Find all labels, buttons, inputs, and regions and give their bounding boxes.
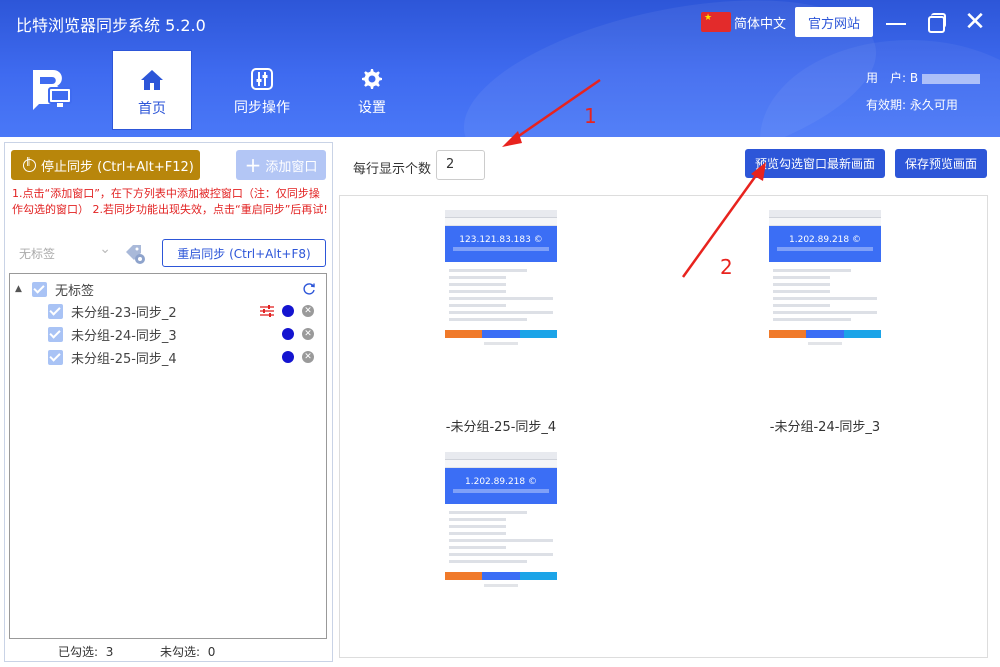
remove-icon[interactable]: ✕ xyxy=(302,305,314,317)
remove-icon[interactable]: ✕ xyxy=(302,328,314,340)
stop-sync-button[interactable]: 停止同步 (Ctrl+Alt+F12) xyxy=(11,150,200,180)
official-site-button[interactable]: 官方网站 xyxy=(795,7,873,37)
preview-thumbnail[interactable]: 123.121.83.183 © xyxy=(445,210,557,349)
add-window-label: 添加窗口 xyxy=(265,159,318,175)
save-preview-button[interactable]: 保存预览画面 xyxy=(895,149,987,178)
nav-settings[interactable]: 设置 xyxy=(332,50,412,130)
tree-item[interactable]: 未分组-25-同步_4 xyxy=(48,347,177,367)
tree-item-label: 未分组-23-同步_2 xyxy=(71,305,177,321)
nav-sync-operations[interactable]: 同步操作 xyxy=(222,50,302,130)
left-panel: 停止同步 (Ctrl+Alt+F12) + 添加窗口 1.点击“添加窗口”，在下… xyxy=(4,142,333,662)
gear-icon xyxy=(362,69,382,89)
annotation-label-2: 2 xyxy=(720,255,733,279)
per-row-label: 每行显示个数 xyxy=(353,162,432,177)
user-name: 用 户: B xyxy=(866,71,919,85)
unchecked-value: 0 xyxy=(207,645,216,659)
filter-settings-icon[interactable] xyxy=(260,305,274,317)
restart-sync-button[interactable]: 重启同步 (Ctrl+Alt+F8) xyxy=(162,239,326,267)
pause-icon xyxy=(23,157,36,172)
status-dot xyxy=(282,305,294,317)
checkbox[interactable] xyxy=(32,281,47,297)
preview-thumbnail[interactable]: 1.202.89.218 © xyxy=(445,452,557,591)
stop-sync-label: 停止同步 (Ctrl+Alt+F12) xyxy=(41,159,194,175)
nav-home-label: 首页 xyxy=(138,101,166,117)
checked-value: 3 xyxy=(105,645,114,659)
warning-text: 1.点击“添加窗口”，在下方列表中添加被控窗口（注：仅同步操作勾选的窗口） 2.… xyxy=(12,187,328,216)
thumbnail-ip: 123.121.83.183 © xyxy=(459,235,543,245)
maximize-icon[interactable] xyxy=(921,8,951,38)
china-flag-icon[interactable] xyxy=(701,12,731,32)
home-icon xyxy=(141,70,163,90)
status-dot xyxy=(282,351,294,363)
tree-item-label: 未分组-24-同步_3 xyxy=(71,328,177,344)
per-row-input[interactable]: 2 xyxy=(436,150,485,180)
close-icon[interactable]: ✕ xyxy=(960,8,990,38)
unchecked-label: 未勾选: xyxy=(160,645,201,659)
thumbnail-ip: 1.202.89.218 © xyxy=(789,235,861,245)
preview-area: 123.121.83.183 © -未分组-25-同步_4 1.202.89.2… xyxy=(339,195,988,658)
sliders-icon xyxy=(251,68,273,90)
unchecked-count: 未勾选: 0 xyxy=(160,643,215,660)
redacted-username xyxy=(922,73,981,84)
checkbox[interactable] xyxy=(48,326,63,342)
add-window-button[interactable]: + 添加窗口 xyxy=(236,150,326,180)
thumbnail-caption: -未分组-24-同步_3 xyxy=(769,420,881,435)
app-logo xyxy=(33,70,72,110)
plus-icon: + xyxy=(244,153,262,177)
window-tree: ▲ 无标签 未分组-23-同步_2 ✕ 未分组-24-同步_3 ✕ 未分组-25… xyxy=(9,273,327,639)
tree-item[interactable]: 未分组-23-同步_2 xyxy=(48,301,177,321)
remove-icon[interactable]: ✕ xyxy=(302,351,314,363)
tag-select[interactable]: 无标签 xyxy=(12,237,117,267)
refresh-icon[interactable] xyxy=(302,282,316,296)
language-selector[interactable]: 简体中文 xyxy=(734,13,786,32)
status-dot xyxy=(282,328,294,340)
collapse-toggle-icon[interactable]: ▲ xyxy=(15,284,22,294)
app-title: 比特浏览器同步系统 5.2.0 xyxy=(16,16,206,35)
app-header: 比特浏览器同步系统 5.2.0 简体中文 官方网站 ✕ 首页 同步操作 设置 xyxy=(0,0,1000,137)
annotation-label-1: 1 xyxy=(584,104,597,128)
validity-info: 有效期: 永久可用 xyxy=(866,98,958,112)
tree-item-label: 未分组-25-同步_4 xyxy=(71,351,177,367)
thumbnail-ip: 1.202.89.218 © xyxy=(465,477,537,487)
checkbox[interactable] xyxy=(48,303,63,319)
preview-selected-button[interactable]: 预览勾选窗口最新画面 xyxy=(745,149,885,178)
tree-group-label: 无标签 xyxy=(55,283,95,299)
tree-item[interactable]: 未分组-24-同步_3 xyxy=(48,324,177,344)
nav-home[interactable]: 首页 xyxy=(112,50,192,130)
preview-thumbnail[interactable]: 1.202.89.218 © xyxy=(769,210,881,349)
checkbox[interactable] xyxy=(48,349,63,365)
checked-label: 已勾选: xyxy=(58,645,99,659)
thumbnail-caption: -未分组-25-同步_4 xyxy=(445,420,557,435)
nav-sync-label: 同步操作 xyxy=(234,100,290,116)
tree-group-row[interactable]: 无标签 xyxy=(32,279,94,299)
nav-settings-label: 设置 xyxy=(358,100,386,116)
minimize-icon[interactable] xyxy=(881,8,911,38)
tag-settings-icon[interactable] xyxy=(124,243,146,265)
user-info: 用 户: B xyxy=(866,69,981,86)
checked-count: 已勾选: 3 xyxy=(58,643,113,660)
